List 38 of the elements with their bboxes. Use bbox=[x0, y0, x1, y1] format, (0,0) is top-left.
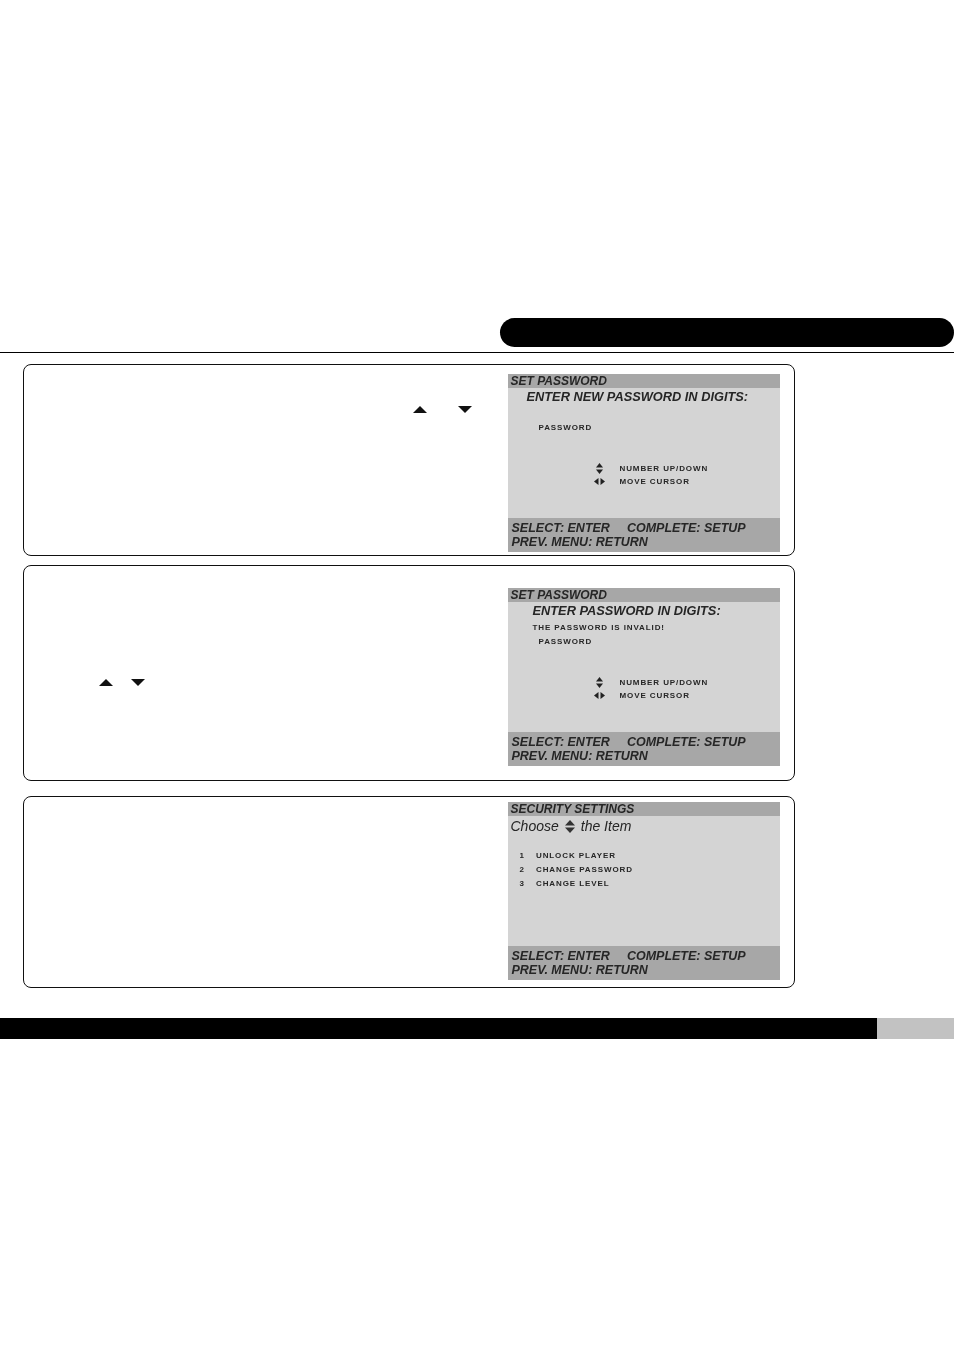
item-number: 1 bbox=[519, 849, 524, 862]
screen-prompt: Choose bbox=[510, 817, 559, 835]
key-hint: COMPLETE: SETUP bbox=[626, 734, 746, 749]
error-message: THE PASSWORD IS INVALID! bbox=[532, 621, 665, 634]
key-hint: COMPLETE: SETUP bbox=[626, 520, 746, 535]
down-triangle-icon bbox=[458, 405, 472, 413]
screen-prompt: the Item bbox=[580, 817, 632, 835]
left-right-arrows-icon bbox=[594, 478, 605, 486]
key-hint: SELECT: ENTER bbox=[511, 948, 610, 963]
menu-item[interactable]: CHANGE LEVEL bbox=[535, 876, 610, 891]
password-label: PASSWORD bbox=[538, 635, 593, 648]
item-number: 3 bbox=[519, 877, 524, 890]
left-right-arrows-icon bbox=[594, 692, 605, 700]
key-hint: PREV. MENU: RETURN bbox=[511, 962, 648, 977]
down-triangle-icon bbox=[131, 678, 145, 686]
screen-title-bar: SET PASSWORD bbox=[507, 373, 780, 388]
screen-prompt: ENTER NEW PASSWORD IN DIGITS: bbox=[526, 388, 749, 404]
up-triangle-icon bbox=[99, 678, 113, 686]
screen-title-bar: SET PASSWORD bbox=[507, 587, 780, 602]
up-down-arrows-icon bbox=[564, 819, 575, 833]
control-hint: MOVE CURSOR bbox=[619, 690, 690, 702]
control-hint: NUMBER UP/DOWN bbox=[619, 676, 709, 689]
up-down-arrows-icon bbox=[596, 676, 603, 688]
key-hint: COMPLETE: SETUP bbox=[626, 948, 746, 963]
screen-title-bar: SECURITY SETTINGS bbox=[507, 801, 780, 816]
menu-item[interactable]: UNLOCK PLAYER bbox=[535, 848, 616, 863]
key-hint: PREV. MENU: RETURN bbox=[511, 534, 648, 549]
up-down-arrows-icon bbox=[596, 462, 603, 474]
password-label: PASSWORD bbox=[538, 421, 593, 434]
menu-item[interactable]: CHANGE PASSWORD bbox=[535, 862, 633, 877]
control-hint: NUMBER UP/DOWN bbox=[619, 462, 709, 475]
item-number: 2 bbox=[519, 863, 524, 876]
key-hint: PREV. MENU: RETURN bbox=[511, 748, 648, 763]
key-hint: SELECT: ENTER bbox=[511, 734, 610, 749]
control-hint: MOVE CURSOR bbox=[619, 476, 690, 488]
up-triangle-icon bbox=[413, 405, 427, 413]
screen-prompt: ENTER PASSWORD IN DIGITS: bbox=[532, 602, 721, 618]
key-hint: SELECT: ENTER bbox=[511, 520, 610, 535]
